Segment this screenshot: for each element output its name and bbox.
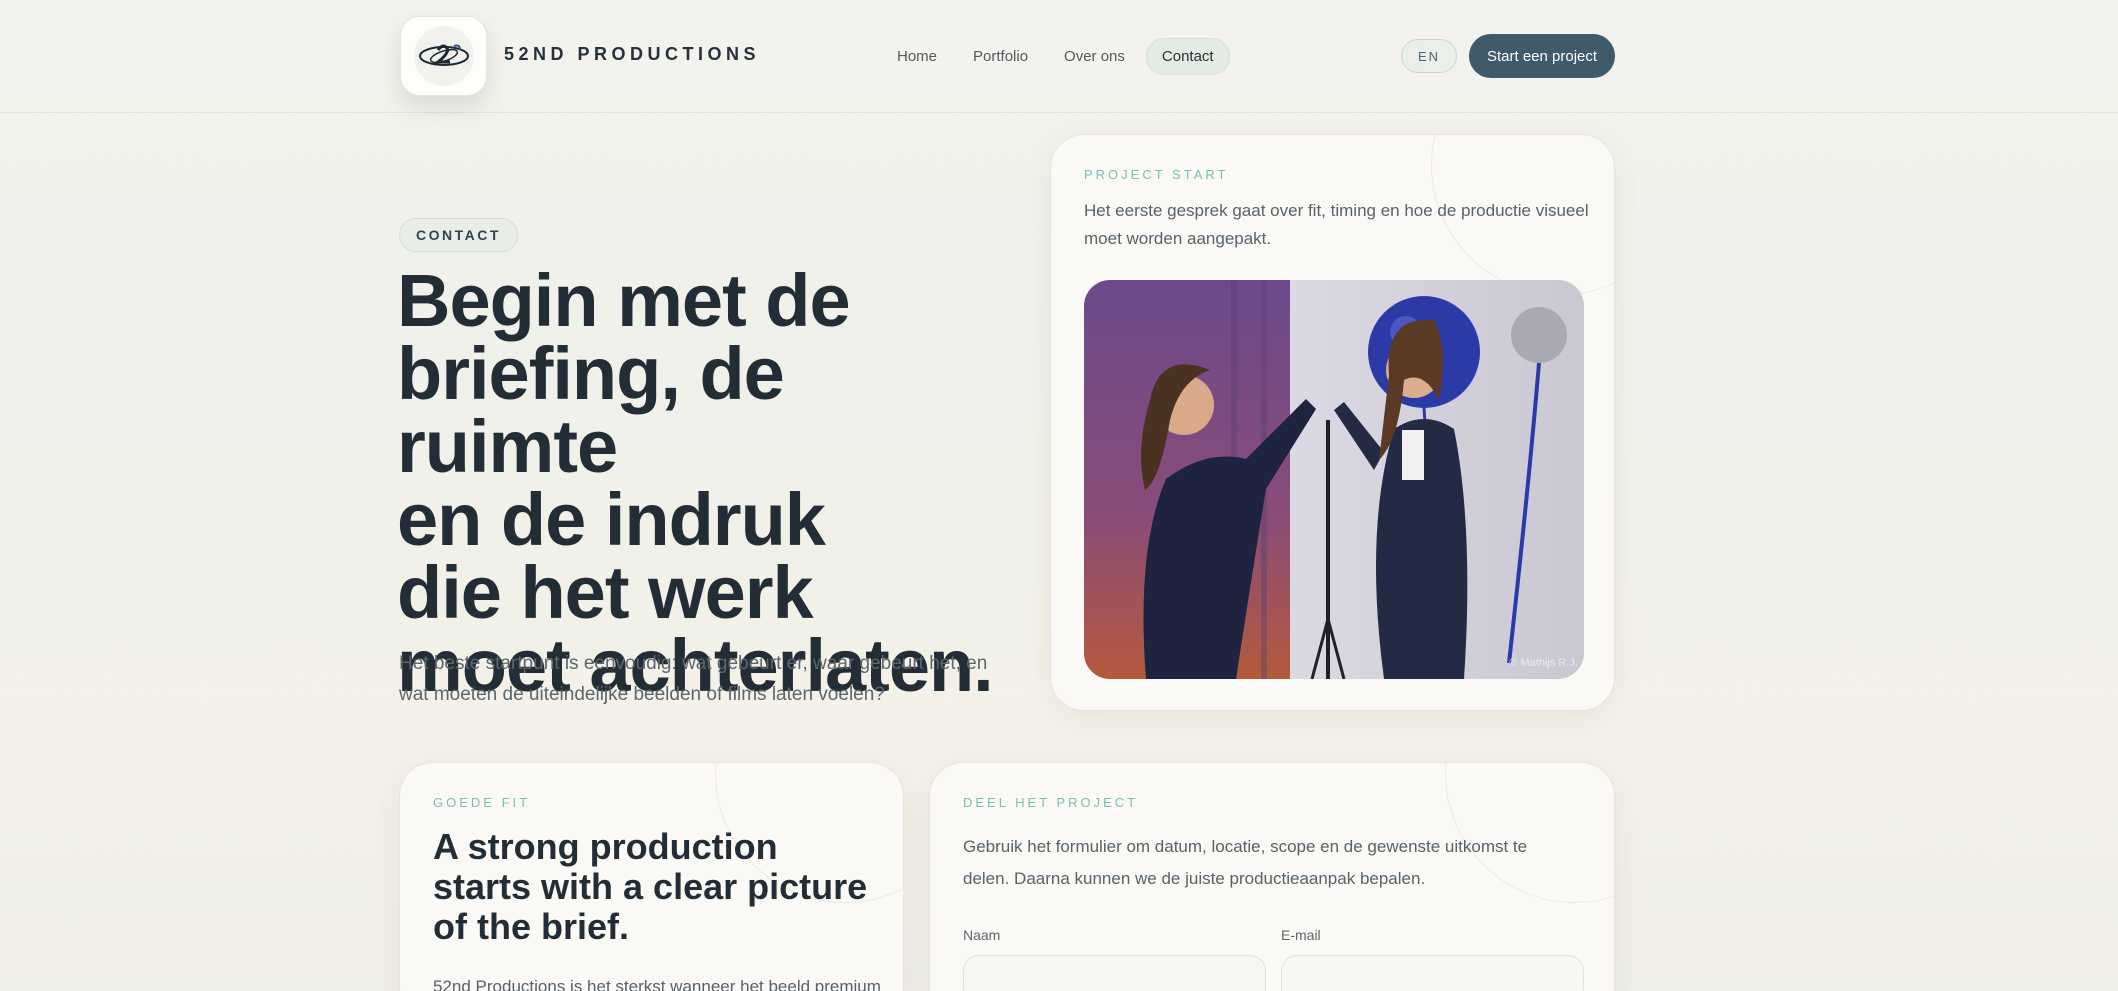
start-project-button[interactable]: Start een project: [1469, 34, 1615, 78]
headline-line: briefing, de ruimte: [397, 332, 785, 488]
good-fit-title: A strong production starts with a clear …: [433, 826, 868, 947]
good-fit-eyebrow: GOEDE FIT: [433, 795, 531, 810]
email-label: E-mail: [1281, 927, 1321, 943]
good-fit-card: GOEDE FIT A strong production starts wit…: [399, 762, 904, 991]
logo-link[interactable]: [400, 16, 487, 96]
share-project-eyebrow: DEEL HET PROJECT: [963, 795, 1139, 810]
nav-contact[interactable]: Contact: [1145, 37, 1230, 75]
photo-credit: © Mathijs R.J.: [1509, 657, 1578, 669]
good-fit-text: 52nd Productions is het sterkst wanneer …: [433, 977, 881, 991]
hero-lead: Het beste startpunt is eenvoudig: wat ge…: [399, 653, 988, 705]
brand-logo-icon: [413, 26, 474, 86]
page-title: Begin met de briefing, de ruimte en de i…: [397, 259, 1017, 703]
headline-line: die het werk: [397, 551, 814, 634]
nav-home[interactable]: Home: [882, 39, 952, 74]
brand-name: 52ND PRODUCTIONS: [504, 44, 761, 64]
share-project-card: DEEL HET PROJECT Gebruik het formulier o…: [929, 762, 1615, 991]
site-header: 52ND PRODUCTIONS Home Portfolio Over ons…: [0, 0, 2118, 113]
name-label: Naam: [963, 927, 1001, 943]
contact-badge: CONTACT: [399, 218, 518, 252]
share-project-text: Gebruik het formulier om datum, locatie,…: [963, 837, 1528, 888]
project-start-text: Het eerste gesprek gaat over fit, timing…: [1084, 201, 1589, 248]
headline-line: Begin met de: [397, 259, 851, 342]
language-toggle[interactable]: EN: [1401, 39, 1457, 73]
event-photo: © Mathijs R.J.: [1084, 280, 1584, 679]
main-nav: Home Portfolio Over ons Contact: [882, 37, 1230, 75]
project-start-eyebrow: PROJECT START: [1084, 167, 1229, 182]
email-field[interactable]: [1281, 955, 1584, 991]
headline-line: en de indruk: [397, 478, 826, 561]
nav-portfolio[interactable]: Portfolio: [958, 39, 1043, 74]
project-start-card: PROJECT START Het eerste gesprek gaat ov…: [1050, 134, 1615, 711]
name-field[interactable]: [963, 955, 1266, 991]
nav-over-ons[interactable]: Over ons: [1049, 39, 1140, 74]
